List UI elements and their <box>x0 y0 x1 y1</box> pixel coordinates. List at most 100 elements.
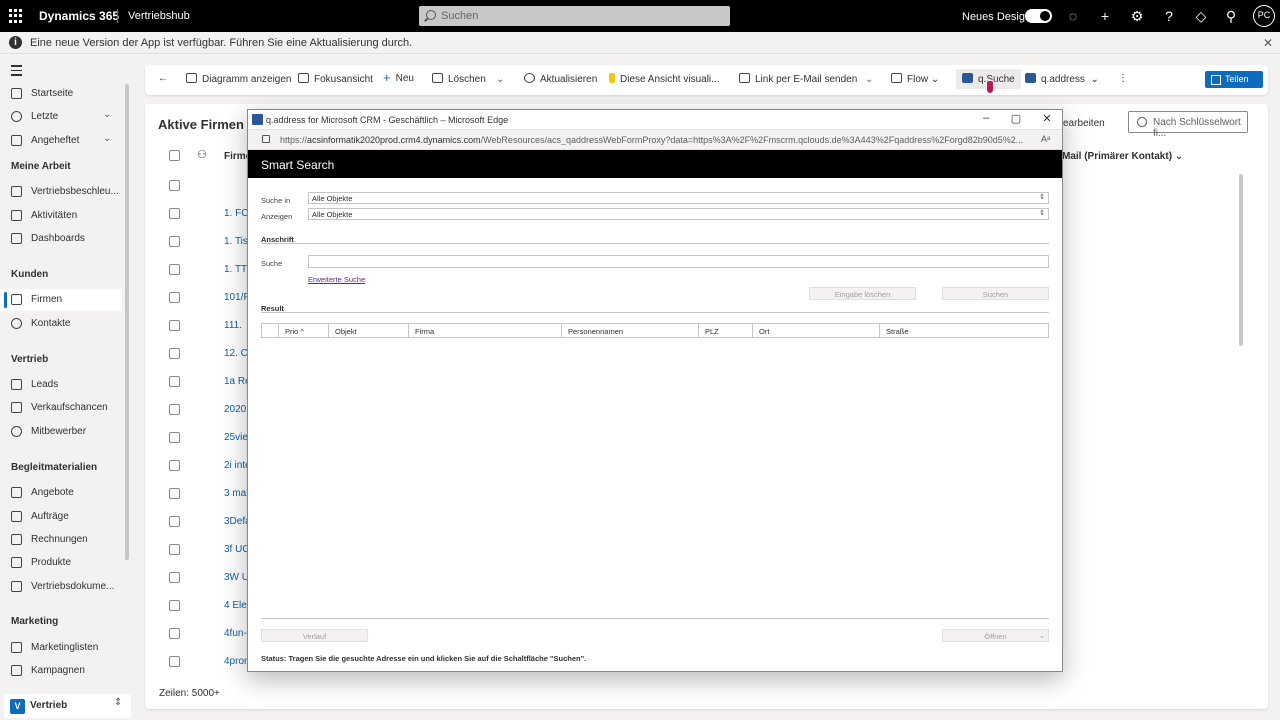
sidebar-item-contacts[interactable]: Kontakte <box>0 313 122 335</box>
row-checkbox[interactable] <box>169 656 180 667</box>
hamburger-icon[interactable] <box>11 65 22 79</box>
account-name-link[interactable]: 1. Tis <box>224 236 248 247</box>
sidebar-scrollbar[interactable] <box>125 84 129 560</box>
row-checkbox[interactable] <box>169 488 180 499</box>
gear-icon[interactable]: ⚙ <box>1128 7 1146 25</box>
refresh-button[interactable]: Aktualisieren <box>524 73 597 85</box>
close-icon[interactable]: ✕ <box>1039 112 1055 125</box>
column-header-company[interactable]: Firma <box>408 324 561 337</box>
area-switcher[interactable]: V Vertrieb ⇕ <box>4 694 131 718</box>
sidebar-item-invoices[interactable]: Rechnungen <box>0 529 122 551</box>
sidebar-item-accounts[interactable]: Firmen <box>0 289 122 311</box>
column-header-object[interactable]: Objekt <box>328 324 408 337</box>
show-select[interactable]: Alle Objekte ⇕ <box>308 208 1049 220</box>
row-checkbox[interactable] <box>169 628 180 639</box>
row-checkbox[interactable] <box>169 460 180 471</box>
open-button[interactable]: Öffnen ⌄ <box>942 629 1049 642</box>
column-header-prio[interactable]: Prio ^ <box>278 324 328 337</box>
minimize-icon[interactable]: – <box>978 112 994 124</box>
close-icon[interactable]: ✕ <box>1263 36 1273 50</box>
app-launcher-icon[interactable] <box>9 9 23 23</box>
column-header-street[interactable]: Straße <box>879 324 1048 337</box>
sidebar-item-products[interactable]: Produkte <box>0 552 122 574</box>
sidebar-item-recent[interactable]: Letzte ⌄ <box>0 106 122 128</box>
search-in-select[interactable]: Alle Objekte ⇕ <box>308 192 1049 204</box>
account-name-link[interactable]: 4fun- <box>224 628 247 639</box>
sidebar-item-marketing-lists[interactable]: Marketinglisten <box>0 637 122 659</box>
new-button[interactable]: + Neu <box>383 71 414 84</box>
email-link-button[interactable]: Link per E-Mail senden <box>739 73 857 85</box>
plus-icon[interactable]: + <box>1096 7 1114 25</box>
account-name-link[interactable]: 1. FC <box>224 208 248 219</box>
read-aloud-icon[interactable]: Aᵃ <box>1041 134 1050 144</box>
flow-button[interactable]: Flow ⌄ <box>891 73 939 85</box>
sidebar-item-competitors[interactable]: Mitbewerber <box>0 421 122 443</box>
row-checkbox[interactable] <box>169 432 180 443</box>
sidebar-item-campaigns[interactable]: Kampagnen <box>0 660 122 682</box>
row-checkbox[interactable] <box>169 376 180 387</box>
maximize-icon[interactable]: ▢ <box>1008 112 1024 125</box>
more-commands-icon[interactable]: ⋮ <box>1118 73 1128 84</box>
lightbulb-icon[interactable]: ◌ <box>1064 7 1082 25</box>
account-name-link[interactable]: 12. C <box>224 348 248 359</box>
share-button[interactable]: Teilen <box>1205 71 1263 88</box>
global-search-input[interactable]: Suchen <box>419 6 730 26</box>
keyword-filter-input[interactable]: Nach Schlüsselwort fi... <box>1128 111 1248 139</box>
new-design-toggle[interactable] <box>1025 9 1052 23</box>
sidebar-item-pinned[interactable]: Angeheftet ⌄ <box>0 130 122 152</box>
visualize-view-button[interactable]: Diese Ansicht visuali... <box>609 73 720 85</box>
view-title[interactable]: Aktive Firmen <box>158 117 244 132</box>
select-all-checkbox[interactable] <box>169 150 180 161</box>
account-name-link[interactable]: 3 mal <box>224 488 248 499</box>
sidebar-item-leads[interactable]: Leads <box>0 374 122 396</box>
window-titlebar[interactable]: q.address for Microsoft CRM - Geschäftli… <box>248 110 1062 130</box>
grid-scrollbar[interactable] <box>1239 174 1243 346</box>
focus-view-button[interactable]: Fokusansicht <box>298 73 373 85</box>
column-header-zip[interactable]: PLZ <box>698 324 752 337</box>
sidebar-item-orders[interactable]: Aufträge <box>0 506 122 528</box>
row-checkbox[interactable] <box>169 236 180 247</box>
sidebar-item-activities[interactable]: Aktivitäten <box>0 205 122 227</box>
row-checkbox[interactable] <box>169 208 180 219</box>
brand-name[interactable]: Dynamics 365 <box>39 9 119 23</box>
row-checkbox[interactable] <box>169 600 180 611</box>
row-checkbox[interactable] <box>169 180 180 191</box>
row-checkbox[interactable] <box>169 320 180 331</box>
edit-columns-button[interactable]: earbeiten <box>1063 118 1105 129</box>
help-icon[interactable]: ? <box>1160 7 1178 25</box>
column-header-city[interactable]: Ort <box>752 324 879 337</box>
diamond-icon[interactable]: ◇ <box>1192 7 1210 25</box>
assistant-icon[interactable]: ⚲ <box>1222 7 1240 25</box>
search-input[interactable] <box>308 255 1049 268</box>
clear-input-button[interactable]: Eingabe löschen <box>809 287 916 300</box>
account-name-link[interactable]: 25vie <box>224 432 248 443</box>
row-checkbox[interactable] <box>169 292 180 303</box>
qaddress-button[interactable]: q.address ⌄ <box>1025 73 1099 85</box>
back-button[interactable]: ← <box>158 73 168 84</box>
row-checkbox[interactable] <box>169 404 180 415</box>
column-header-person-names[interactable]: Personennamen <box>561 324 698 337</box>
sidebar-item-home[interactable]: Startseite <box>0 83 122 105</box>
row-checkbox[interactable] <box>169 348 180 359</box>
hierarchy-icon[interactable]: ⚇ <box>197 148 207 161</box>
history-button[interactable]: Verlauf <box>261 629 368 642</box>
row-checkbox[interactable] <box>169 572 180 583</box>
sidebar-item-dashboards[interactable]: Dashboards <box>0 228 122 250</box>
account-name-link[interactable]: 3W U <box>224 572 249 583</box>
row-checkbox[interactable] <box>169 516 180 527</box>
search-button[interactable]: Suchen <box>942 287 1049 300</box>
row-checkbox[interactable] <box>169 544 180 555</box>
chevron-down-icon[interactable]: ⌄ <box>865 74 873 85</box>
app-name[interactable]: Vertriebshub <box>128 10 190 22</box>
sidebar-item-sales-documents[interactable]: Vertriebsdokume... <box>0 576 122 598</box>
account-name-link[interactable]: 1. TT <box>224 264 247 275</box>
account-name-link[interactable]: 111. <box>224 320 242 331</box>
column-header-email[interactable]: Mail (Primärer Kontakt) ⌄ <box>1062 151 1183 162</box>
sidebar-item-sales-accelerator[interactable]: Vertriebsbeschleu... <box>0 181 122 203</box>
chevron-down-icon[interactable]: ⌄ <box>496 74 504 85</box>
address-bar[interactable]: https://acsinformatik2020prod.crm4.dynam… <box>248 130 1062 150</box>
avatar[interactable]: PC <box>1253 5 1275 27</box>
advanced-search-link[interactable]: Erweiterte Suche <box>308 275 365 284</box>
sidebar-item-opportunities[interactable]: Verkaufschancen <box>0 397 122 419</box>
row-checkbox[interactable] <box>169 264 180 275</box>
